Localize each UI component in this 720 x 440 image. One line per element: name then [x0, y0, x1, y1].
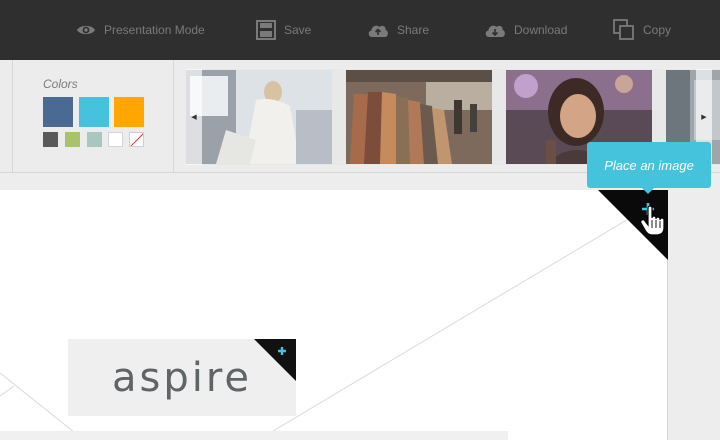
hand-pointer-cursor-icon: [640, 206, 664, 236]
copy-label: Copy: [643, 23, 672, 37]
share-label: Share: [397, 23, 430, 37]
add-logo-button[interactable]: [254, 339, 296, 381]
cloud-download-icon: [485, 25, 505, 37]
logo-placeholder[interactable]: aspire: [68, 339, 296, 416]
color-swatch-blue[interactable]: [43, 97, 73, 127]
woman-in-car-photo: [186, 70, 332, 164]
color-swatch-cyan[interactable]: [79, 97, 109, 127]
eye-icon: [77, 25, 95, 35]
color-swatch-sage[interactable]: [87, 132, 102, 147]
plus-corner-icon: [254, 339, 296, 381]
copy-button[interactable]: Copy: [613, 0, 671, 60]
presentation-mode-label: Presentation Mode: [104, 23, 205, 37]
save-icon: [256, 20, 276, 40]
top-toolbar: Presentation Mode Save Share Download Co…: [0, 0, 720, 60]
design-canvas[interactable]: aspire: [0, 190, 668, 440]
share-button[interactable]: Share: [367, 0, 429, 60]
gallery-prev-button[interactable]: ◀: [186, 69, 202, 165]
cloud-upload-icon: [368, 25, 388, 37]
gallery-image-clothing-rack[interactable]: [346, 70, 492, 164]
color-swatch-orange[interactable]: [114, 97, 144, 127]
place-image-tooltip: Place an image: [587, 142, 711, 194]
colors-title: Colors: [43, 77, 78, 91]
colors-panel: Colors: [12, 60, 174, 173]
tooltip-text: Place an image: [604, 157, 694, 173]
presentation-mode-button[interactable]: Presentation Mode: [76, 0, 205, 60]
color-swatch-green[interactable]: [65, 132, 80, 147]
chevron-right-icon: ▶: [701, 114, 707, 121]
copy-icon: [613, 19, 634, 40]
download-label: Download: [514, 23, 568, 37]
clothing-rack-photo: [346, 70, 492, 164]
canvas-bottom-bar: [0, 431, 508, 440]
save-button[interactable]: Save: [256, 0, 311, 60]
gallery-image-woman-in-car[interactable]: [186, 70, 332, 164]
color-swatch-none[interactable]: [129, 132, 144, 147]
save-label: Save: [284, 23, 312, 37]
color-swatch-dark-gray[interactable]: [43, 132, 58, 147]
chevron-left-icon: ◀: [191, 114, 197, 121]
color-swatch-white[interactable]: [108, 132, 123, 147]
download-button[interactable]: Download: [484, 0, 567, 60]
